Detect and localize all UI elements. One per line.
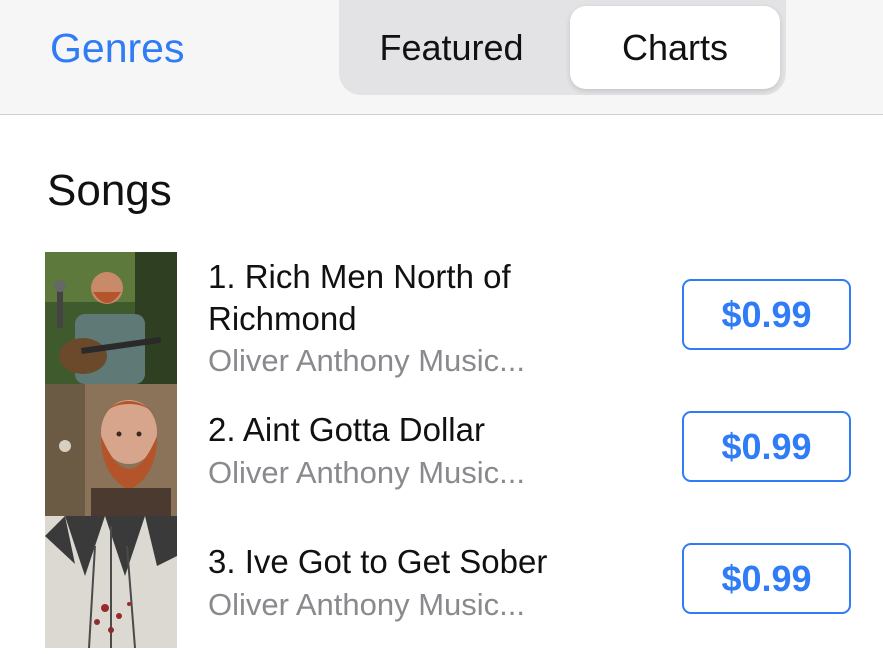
album-art-image	[45, 384, 177, 516]
section-title: Songs	[47, 166, 172, 215]
song-artist: Oliver Anthony Music...	[208, 343, 526, 378]
album-art-image	[45, 252, 177, 384]
song-title: 3. Ive Got to Get Sober	[208, 543, 548, 580]
song-row[interactable]: 3. Ive Got to Get Sober Oliver Anthony M…	[0, 516, 883, 648]
genres-back-button[interactable]: Genres	[50, 24, 184, 72]
song-row[interactable]: 2. Aint Gotta Dollar Oliver Anthony Musi…	[0, 384, 883, 516]
buy-price-button[interactable]: $0.99	[682, 543, 851, 614]
song-artist: Oliver Anthony Music...	[208, 587, 526, 622]
album-art-image	[45, 516, 177, 648]
song-title: 1. Rich Men North of Richmond	[208, 258, 511, 337]
tab-featured[interactable]: Featured	[339, 6, 564, 89]
buy-price-button[interactable]: $0.99	[682, 279, 851, 350]
song-row[interactable]: 1. Rich Men North of Richmond Oliver Ant…	[0, 252, 883, 384]
navigation-bar: Genres Featured Charts	[0, 0, 883, 115]
song-artist: Oliver Anthony Music...	[208, 455, 526, 490]
song-title: 2. Aint Gotta Dollar	[208, 411, 485, 448]
tab-charts[interactable]: Charts	[570, 6, 780, 89]
segmented-control: Featured Charts	[339, 0, 786, 95]
buy-price-button[interactable]: $0.99	[682, 411, 851, 482]
